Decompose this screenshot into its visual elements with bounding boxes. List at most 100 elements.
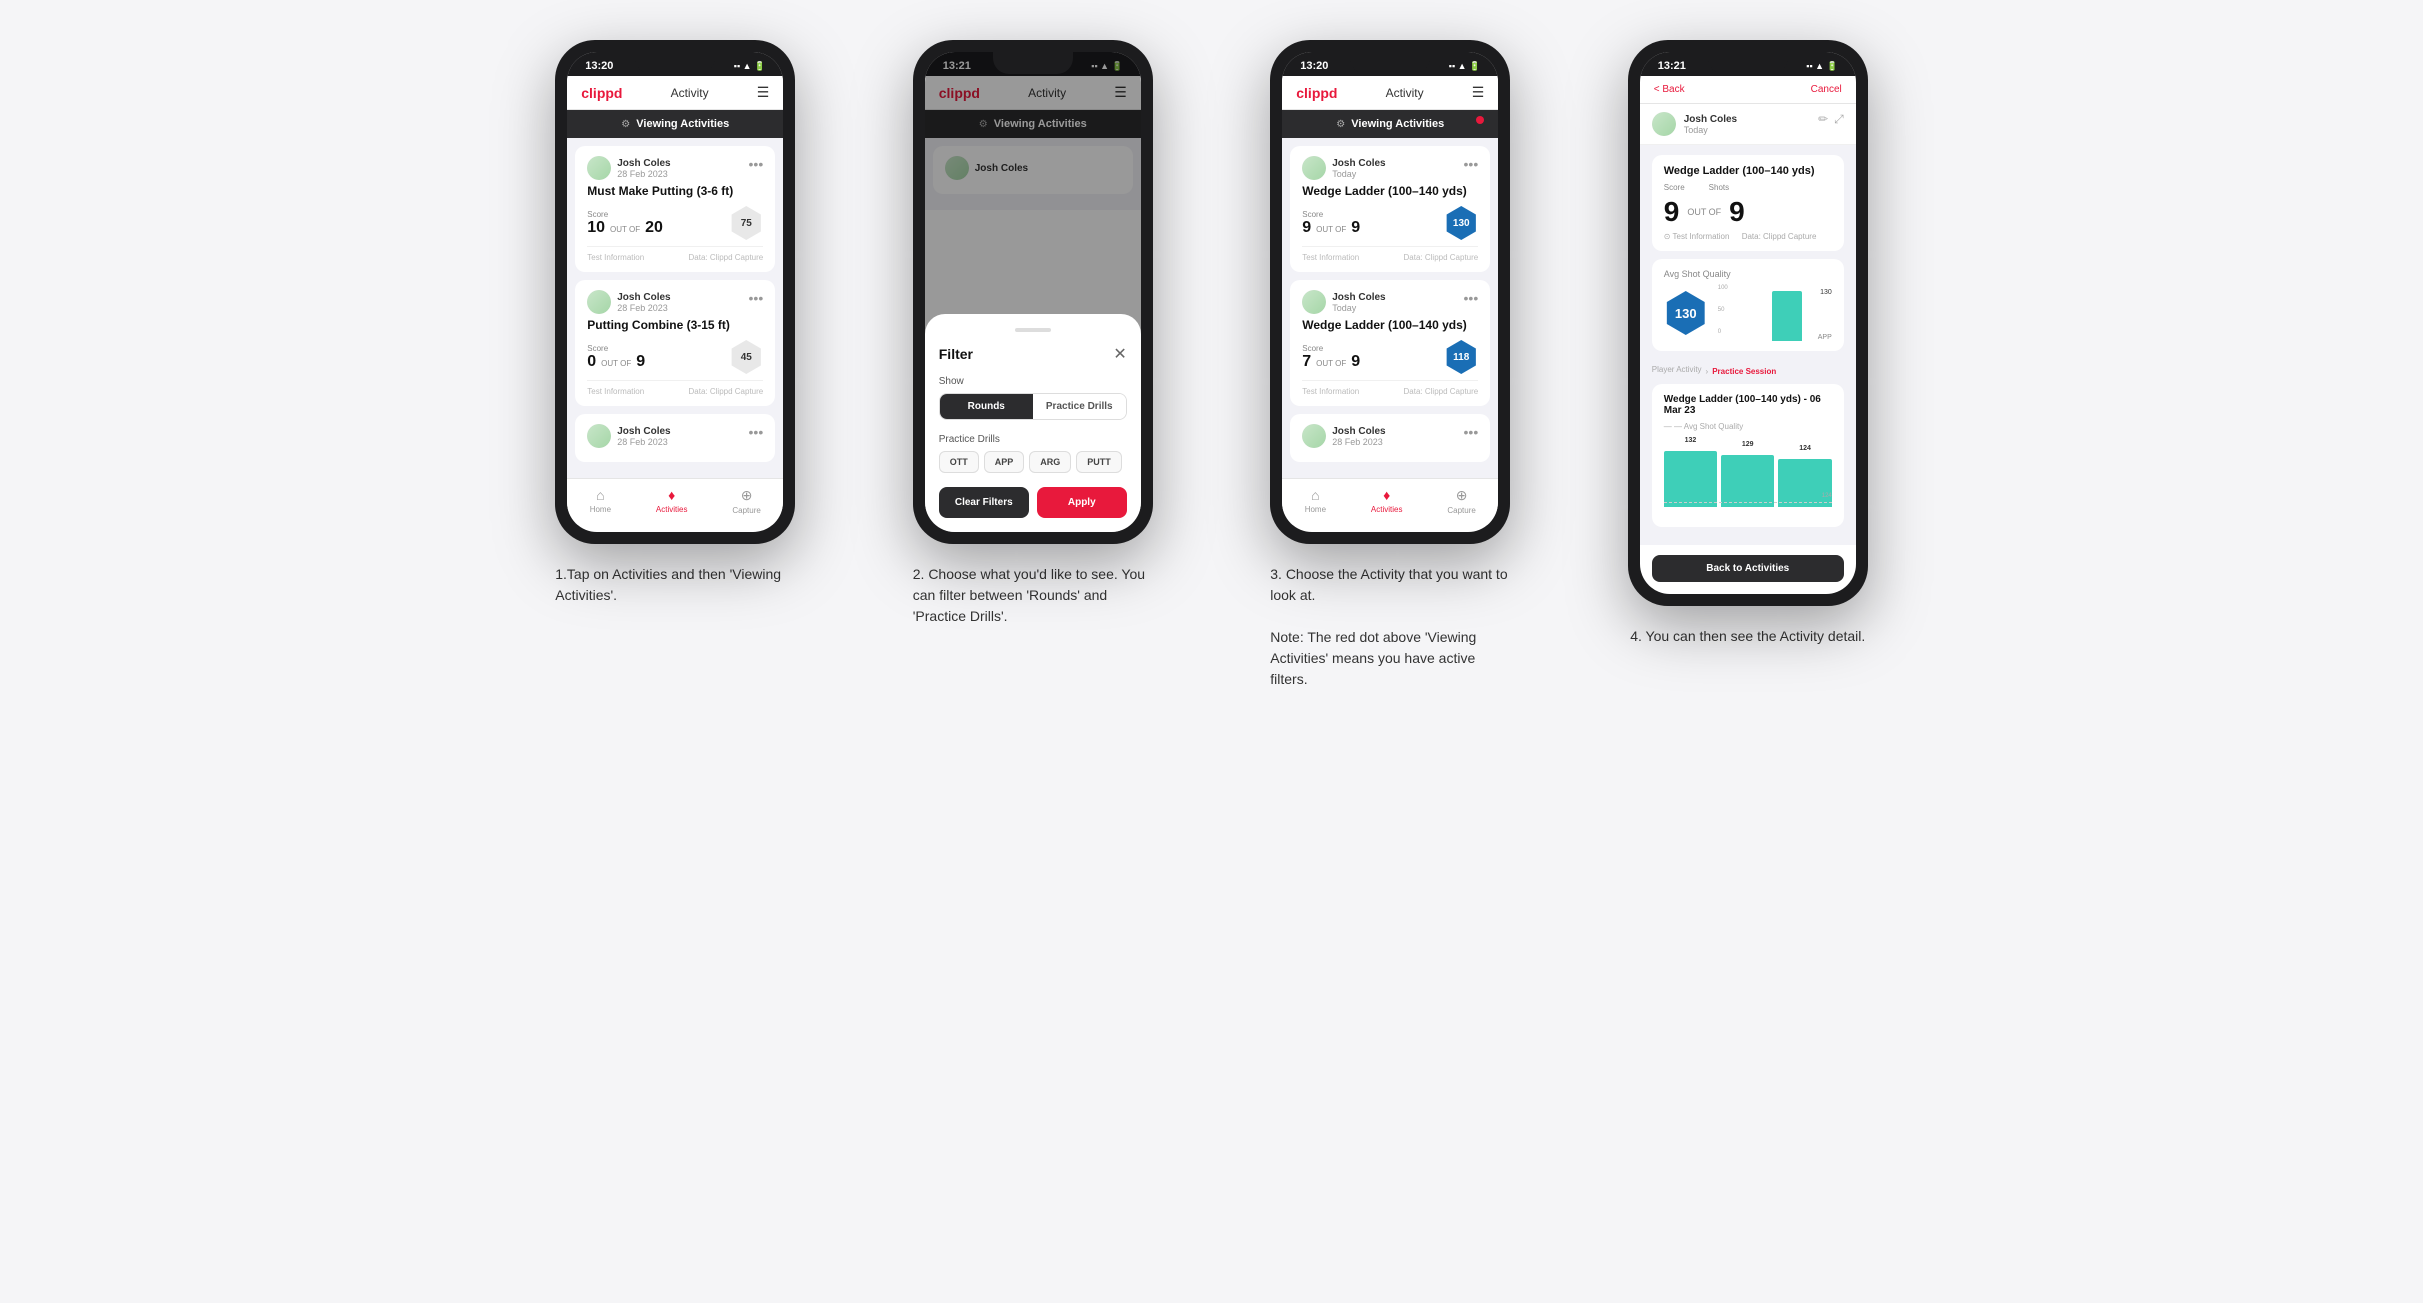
activity-card-1-1[interactable]: Josh Coles 28 Feb 2023 ••• Must Make Put… xyxy=(575,146,775,272)
three-dots-1-2[interactable]: ••• xyxy=(749,290,764,306)
caption-2: 2. Choose what you'd like to see. You ca… xyxy=(913,564,1153,627)
status-time-1: 13:20 xyxy=(585,60,613,72)
bar-4-2: 129 xyxy=(1721,455,1774,508)
three-dots-1-1[interactable]: ••• xyxy=(749,156,764,172)
avatar-3-1 xyxy=(1302,156,1326,180)
user-name-4: Josh Coles xyxy=(1684,114,1737,125)
tag-putt[interactable]: PUTT xyxy=(1076,451,1122,473)
viewing-banner-text-1: Viewing Activities xyxy=(636,118,729,130)
shots-val-1-1: 20 xyxy=(645,219,663,237)
tag-app[interactable]: APP xyxy=(984,451,1025,473)
detail-action-icons: ✏ ⤢ xyxy=(1818,112,1844,127)
info-1-2: Test Information xyxy=(587,387,644,396)
nav-capture-label-3: Capture xyxy=(1447,506,1475,515)
capture-icon-1: ⊕ xyxy=(741,487,753,504)
avg-sq-section-4: Avg Shot Quality 130 130 100500 APP xyxy=(1652,259,1844,351)
sq-hex-1-2: 45 xyxy=(729,340,763,374)
detail-content-4: Wedge Ladder (100–140 yds) Score Shots 9… xyxy=(1640,145,1856,545)
tag-ott[interactable]: OTT xyxy=(939,451,979,473)
back-activities-btn-4[interactable]: Back to Activities xyxy=(1652,555,1844,582)
nav-activities-1[interactable]: ♦ Activities xyxy=(656,487,688,515)
data-source-1-1: Data: Clippd Capture xyxy=(689,253,764,262)
show-section-label: Show xyxy=(939,376,1127,387)
avatar-4 xyxy=(1652,112,1676,136)
user-name-3-2: Josh Coles xyxy=(1332,292,1385,303)
card-footer-3-1: Test Information Data: Clippd Capture xyxy=(1302,246,1478,262)
clear-filters-btn[interactable]: Clear Filters xyxy=(939,487,1029,518)
menu-icon-3[interactable]: ☰ xyxy=(1472,84,1485,101)
activity-card-3-2[interactable]: Josh Coles Today ••• Wedge Ladder (100–1… xyxy=(1290,280,1490,406)
dashed-val-4: 124 xyxy=(1822,493,1832,499)
close-modal-btn[interactable]: ✕ xyxy=(1113,344,1126,364)
score-section-4: Wedge Ladder (100–140 yds) Score Shots 9… xyxy=(1652,155,1844,251)
phone-4: 13:21 ▪▪ ▲ 🔋 < Back Cancel Josh Coles To… xyxy=(1628,40,1868,606)
card-footer-3-2: Test Information Data: Clippd Capture xyxy=(1302,380,1478,396)
detail-info-line1-4: ⊙ Test Information Data: Clippd Capture xyxy=(1664,232,1832,241)
apply-btn[interactable]: Apply xyxy=(1037,487,1127,518)
capture-icon-3: ⊕ xyxy=(1456,487,1468,504)
user-date-3-2: Today xyxy=(1332,303,1385,313)
viewing-activities-banner-1[interactable]: ⚙ Viewing Activities xyxy=(567,110,783,138)
expand-icon-4[interactable]: ⤢ xyxy=(1834,112,1844,127)
activity-card-3-1[interactable]: Josh Coles Today ••• Wedge Ladder (100–1… xyxy=(1290,146,1490,272)
activity-card-1-2[interactable]: Josh Coles 28 Feb 2023 ••• Putting Combi… xyxy=(575,280,775,406)
page-container: 13:20 ▪▪ ▲ 🔋 clippd Activity ☰ ⚙ Viewing… xyxy=(512,40,1912,690)
data-source-1-2: Data: Clippd Capture xyxy=(689,387,764,396)
outof-3-1: OUT OF xyxy=(1316,225,1346,234)
modal-header: Filter ✕ xyxy=(939,344,1127,364)
drill-section-label: Practice Drills xyxy=(939,434,1127,445)
three-dots-3-2[interactable]: ••• xyxy=(1464,290,1479,306)
edit-icon-4[interactable]: ✏ xyxy=(1818,112,1828,127)
stat-score-3-2: Score 7 OUT OF 9 xyxy=(1302,344,1360,371)
activity-card-1-3[interactable]: Josh Coles 28 Feb 2023 ••• xyxy=(575,414,775,462)
modal-handle xyxy=(1015,328,1051,332)
tag-arg[interactable]: ARG xyxy=(1029,451,1071,473)
phone-1-notch xyxy=(635,52,715,74)
phone-2: 13:21 ▪▪ ▲ 🔋 clippd Activity ☰ ⚙ Viewing… xyxy=(913,40,1153,544)
stat-score-1-1: Score 10 OUT OF 20 xyxy=(587,210,663,237)
avatar-3-3 xyxy=(1302,424,1326,448)
bottom-nav-3: ⌂ Home ♦ Activities ⊕ Capture xyxy=(1282,478,1498,525)
phone-1: 13:20 ▪▪ ▲ 🔋 clippd Activity ☰ ⚙ Viewing… xyxy=(555,40,795,544)
player-activity-link-4[interactable]: Practice Session xyxy=(1712,367,1776,376)
activity-card-3-3[interactable]: Josh Coles 28 Feb 2023 ••• xyxy=(1290,414,1490,462)
nav-home-1[interactable]: ⌂ Home xyxy=(590,487,611,515)
filter-icon-3: ⚙ xyxy=(1336,119,1345,130)
step-1-column: 13:20 ▪▪ ▲ 🔋 clippd Activity ☰ ⚙ Viewing… xyxy=(512,40,840,606)
score-label-3-2: Score xyxy=(1302,344,1360,353)
nav-home-3[interactable]: ⌂ Home xyxy=(1305,487,1326,515)
practice-drills-toggle-btn[interactable]: Practice Drills xyxy=(1033,394,1126,419)
score-section-label-4: Score xyxy=(1664,183,1685,192)
rounds-toggle-btn[interactable]: Rounds xyxy=(940,394,1033,419)
activity-title-1: Activity xyxy=(671,86,709,100)
nav-capture-3[interactable]: ⊕ Capture xyxy=(1447,487,1475,515)
nav-capture-1[interactable]: ⊕ Capture xyxy=(732,487,760,515)
user-name-1-1: Josh Coles xyxy=(617,158,670,169)
three-dots-3-1[interactable]: ••• xyxy=(1464,156,1479,172)
user-info-3-2: Josh Coles Today xyxy=(1302,290,1385,314)
modal-title: Filter xyxy=(939,346,973,362)
step-3-column: 13:20 ▪▪ ▲ 🔋 clippd Activity ☰ ⚙ Viewing… xyxy=(1227,40,1555,690)
user-info-3-3: Josh Coles 28 Feb 2023 xyxy=(1302,424,1385,448)
outof-1-1: OUT OF xyxy=(610,225,640,234)
score-label-1-2: Score xyxy=(587,344,645,353)
menu-icon-1[interactable]: ☰ xyxy=(757,84,770,101)
filter-modal-overlay: Filter ✕ Show Rounds Practice Drills Pra… xyxy=(925,52,1141,532)
nav-activities-3[interactable]: ♦ Activities xyxy=(1371,487,1403,515)
viewing-activities-banner-3[interactable]: ⚙ Viewing Activities xyxy=(1282,110,1498,138)
phone-2-screen: 13:21 ▪▪ ▲ 🔋 clippd Activity ☰ ⚙ Viewing… xyxy=(925,52,1141,532)
dashed-line-4: 124 xyxy=(1664,502,1832,503)
shots-val-3-1: 9 xyxy=(1351,219,1360,237)
three-dots-1-3[interactable]: ••• xyxy=(749,424,764,440)
clippd-logo-1: clippd xyxy=(581,85,622,101)
status-time-4: 13:21 xyxy=(1658,60,1686,72)
activity-list-1: Josh Coles 28 Feb 2023 ••• Must Make Put… xyxy=(567,138,783,478)
caption-1: 1.Tap on Activities and then 'Viewing Ac… xyxy=(555,564,795,606)
cancel-btn-4[interactable]: Cancel xyxy=(1811,84,1842,95)
user-info-3-1: Josh Coles Today xyxy=(1302,156,1385,180)
home-icon-3: ⌂ xyxy=(1311,487,1319,503)
back-btn-4[interactable]: < Back xyxy=(1654,84,1685,95)
three-dots-3-3[interactable]: ••• xyxy=(1464,424,1479,440)
player-activity-prefix-4: Player Activity xyxy=(1652,365,1702,374)
drill-name-3-2: Wedge Ladder (100–140 yds) xyxy=(1302,318,1478,332)
